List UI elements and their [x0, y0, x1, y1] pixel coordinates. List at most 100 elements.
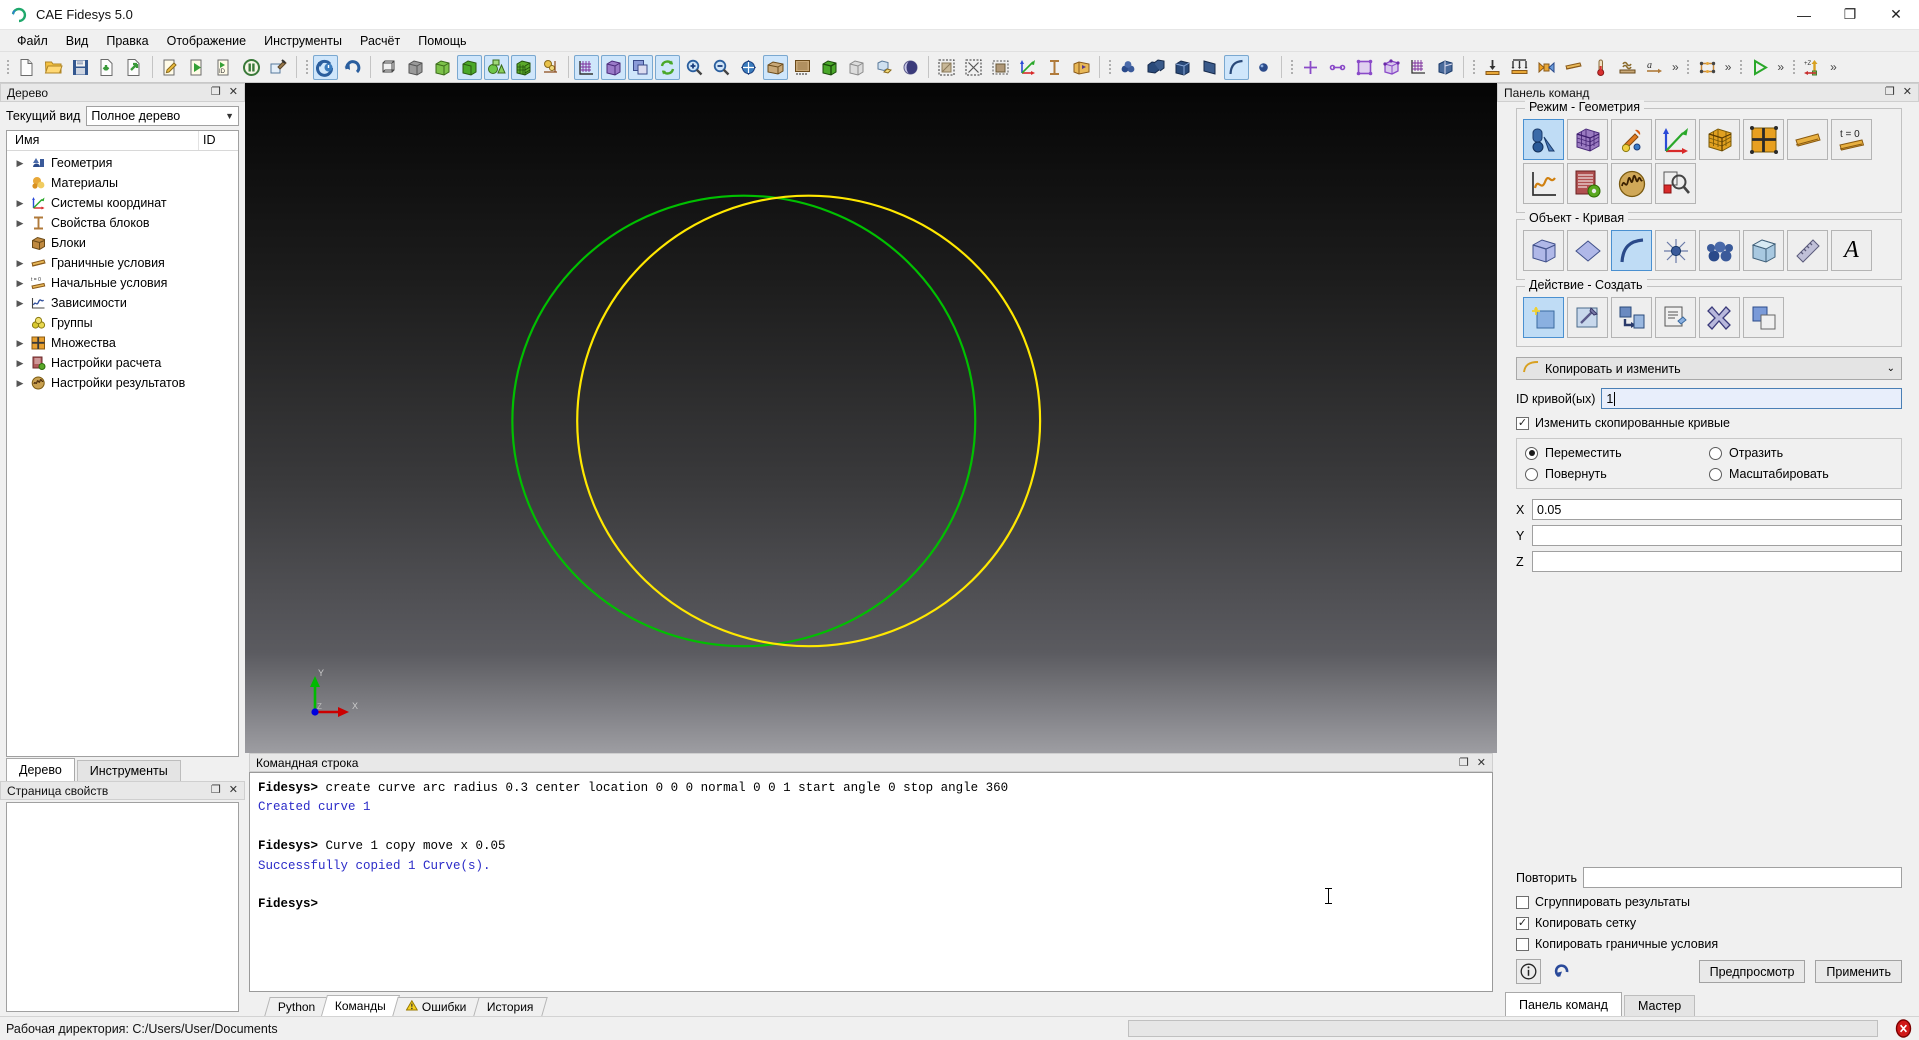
checkbox-box[interactable]	[1516, 416, 1529, 430]
volume-button[interactable]	[1143, 55, 1168, 80]
small-cube-button[interactable]	[871, 55, 896, 80]
expander-icon[interactable]: ▶	[13, 378, 27, 389]
new-file-button[interactable]	[14, 55, 39, 80]
temperature-bc-button[interactable]	[1588, 55, 1613, 80]
curve-button[interactable]	[1224, 54, 1249, 80]
zoom-in-button[interactable]	[682, 55, 707, 80]
action-copy[interactable]	[1743, 297, 1784, 338]
create-block-button[interactable]	[1433, 55, 1458, 80]
menu-edit[interactable]: Правка	[97, 32, 157, 50]
geometry-display-button[interactable]	[484, 54, 509, 80]
copy-bc-checkbox[interactable]: Копировать граничные условия	[1516, 937, 1902, 951]
toolbar-overflow-1[interactable]: »	[1668, 60, 1683, 74]
menu-tools[interactable]: Инструменты	[255, 32, 351, 50]
id-journal-button[interactable]: ID	[212, 55, 237, 80]
group-results-checkbox[interactable]: Сгруппировать результаты	[1516, 895, 1902, 909]
pressure-bc-button[interactable]	[1507, 55, 1532, 80]
toolbar-overflow-3[interactable]: »	[1773, 60, 1788, 74]
tree-item-groups[interactable]: Группы	[7, 313, 238, 333]
import-button[interactable]	[95, 55, 120, 80]
hiddenline-button[interactable]	[430, 55, 455, 80]
zoom-out-button[interactable]	[709, 55, 734, 80]
modify-copied-curves-checkbox[interactable]: Изменить скопированные кривые	[1516, 416, 1902, 430]
action-transform[interactable]	[1611, 297, 1652, 338]
checkbox-box[interactable]	[1516, 895, 1529, 909]
undo-button[interactable]	[340, 55, 365, 80]
command-panel-close-icon[interactable]: ✕	[1903, 87, 1912, 98]
tree-restore-icon[interactable]: ❐	[211, 87, 221, 98]
console-restore-icon[interactable]: ❐	[1459, 756, 1469, 769]
console-tab-errors[interactable]: Ошибки	[392, 997, 481, 1016]
iso-view-button[interactable]	[763, 54, 788, 80]
composite-button[interactable]	[538, 55, 563, 80]
mode-results[interactable]	[1611, 163, 1652, 204]
preview-button[interactable]: Предпросмотр	[1698, 960, 1806, 983]
mode-mesh[interactable]	[1567, 119, 1608, 160]
green-view-button[interactable]	[817, 55, 842, 80]
tree-item-dependencies[interactable]: ▶ Зависимости	[7, 293, 238, 313]
tree-close-icon[interactable]: ✕	[229, 87, 238, 98]
transparency-button[interactable]	[601, 54, 626, 80]
tree-item-blocks[interactable]: Блоки	[7, 233, 238, 253]
create-volume-button[interactable]	[1379, 55, 1404, 80]
mode-blocks[interactable]	[1699, 119, 1740, 160]
create-vertex-button[interactable]	[1298, 55, 1323, 80]
action-delete[interactable]	[1699, 297, 1740, 338]
right-tab-wizard[interactable]: Мастер	[1623, 995, 1696, 1016]
toolbar-grip[interactable]	[4, 56, 11, 78]
toolbar-grip[interactable]	[1737, 56, 1744, 78]
overlay-button[interactable]	[628, 54, 653, 80]
mesh-edges-button[interactable]	[1695, 55, 1720, 80]
heatflux-bc-button[interactable]	[1615, 55, 1640, 80]
fit-view-button[interactable]	[736, 55, 761, 80]
expander-icon[interactable]: ▶	[13, 358, 27, 369]
mode-geometry[interactable]	[1523, 119, 1564, 160]
close-button[interactable]: ✕	[1873, 0, 1919, 30]
save-button[interactable]	[68, 55, 93, 80]
select-box-button[interactable]	[988, 55, 1013, 80]
radio-rotate[interactable]: Повернуть	[1525, 467, 1709, 481]
command-panel-restore-icon[interactable]: ❐	[1885, 87, 1895, 98]
reset-arrow-icon[interactable]	[1551, 959, 1576, 984]
mesh-display-button[interactable]	[511, 54, 536, 80]
maximize-button[interactable]: ❐	[1827, 0, 1873, 30]
front-view-button[interactable]	[790, 55, 815, 80]
toolbar-overflow-4[interactable]: »	[1826, 60, 1841, 74]
smoothshade-button[interactable]	[457, 54, 482, 80]
mode-initial-conditions[interactable]: t = 0	[1831, 119, 1872, 160]
pause-button[interactable]	[239, 55, 264, 80]
action-create[interactable]	[1523, 297, 1564, 338]
select-x-button[interactable]	[961, 55, 986, 80]
checkbox-box[interactable]	[1516, 937, 1529, 951]
coord-z-input[interactable]	[1532, 551, 1902, 572]
coord-y-input[interactable]	[1532, 525, 1902, 546]
tab-tools[interactable]: Инструменты	[76, 760, 181, 781]
stop-icon[interactable]	[1894, 1019, 1913, 1038]
ghost-view-button[interactable]	[844, 55, 869, 80]
repeat-input[interactable]	[1583, 867, 1902, 888]
action-properties[interactable]	[1655, 297, 1696, 338]
apply-button[interactable]: Применить	[1815, 960, 1902, 983]
console-output[interactable]: Fidesys> create curve arc radius 0.3 cen…	[249, 772, 1493, 992]
export-button[interactable]	[122, 55, 147, 80]
build-button[interactable]	[266, 55, 291, 80]
expander-icon[interactable]: ▶	[13, 338, 27, 349]
z-direction-button[interactable]: +Z	[1800, 55, 1825, 80]
volume-select-button[interactable]	[1170, 55, 1195, 80]
object-vertex[interactable]	[1655, 230, 1696, 271]
coord-x-input[interactable]: 0.05	[1532, 499, 1902, 520]
expander-icon[interactable]: ▶	[13, 198, 27, 209]
group-button[interactable]	[1116, 55, 1141, 80]
tree-item-block-props[interactable]: ▶ Свойства блоков	[7, 213, 238, 233]
toolbar-grip[interactable]	[1470, 56, 1477, 78]
sphere-view-button[interactable]	[898, 55, 923, 80]
console-input-line[interactable]: Fidesys>	[258, 895, 1484, 914]
mode-dependencies[interactable]	[1523, 163, 1564, 204]
operation-select[interactable]: Копировать и изменить ⌄	[1516, 357, 1902, 380]
right-tab-command-panel[interactable]: Панель команд	[1505, 992, 1622, 1016]
expander-icon[interactable]: ▶	[13, 158, 27, 169]
mode-analysis-settings[interactable]	[1567, 163, 1608, 204]
radio-button[interactable]	[1525, 467, 1538, 481]
property-close-icon[interactable]: ✕	[229, 785, 238, 796]
open-file-button[interactable]	[41, 55, 66, 80]
